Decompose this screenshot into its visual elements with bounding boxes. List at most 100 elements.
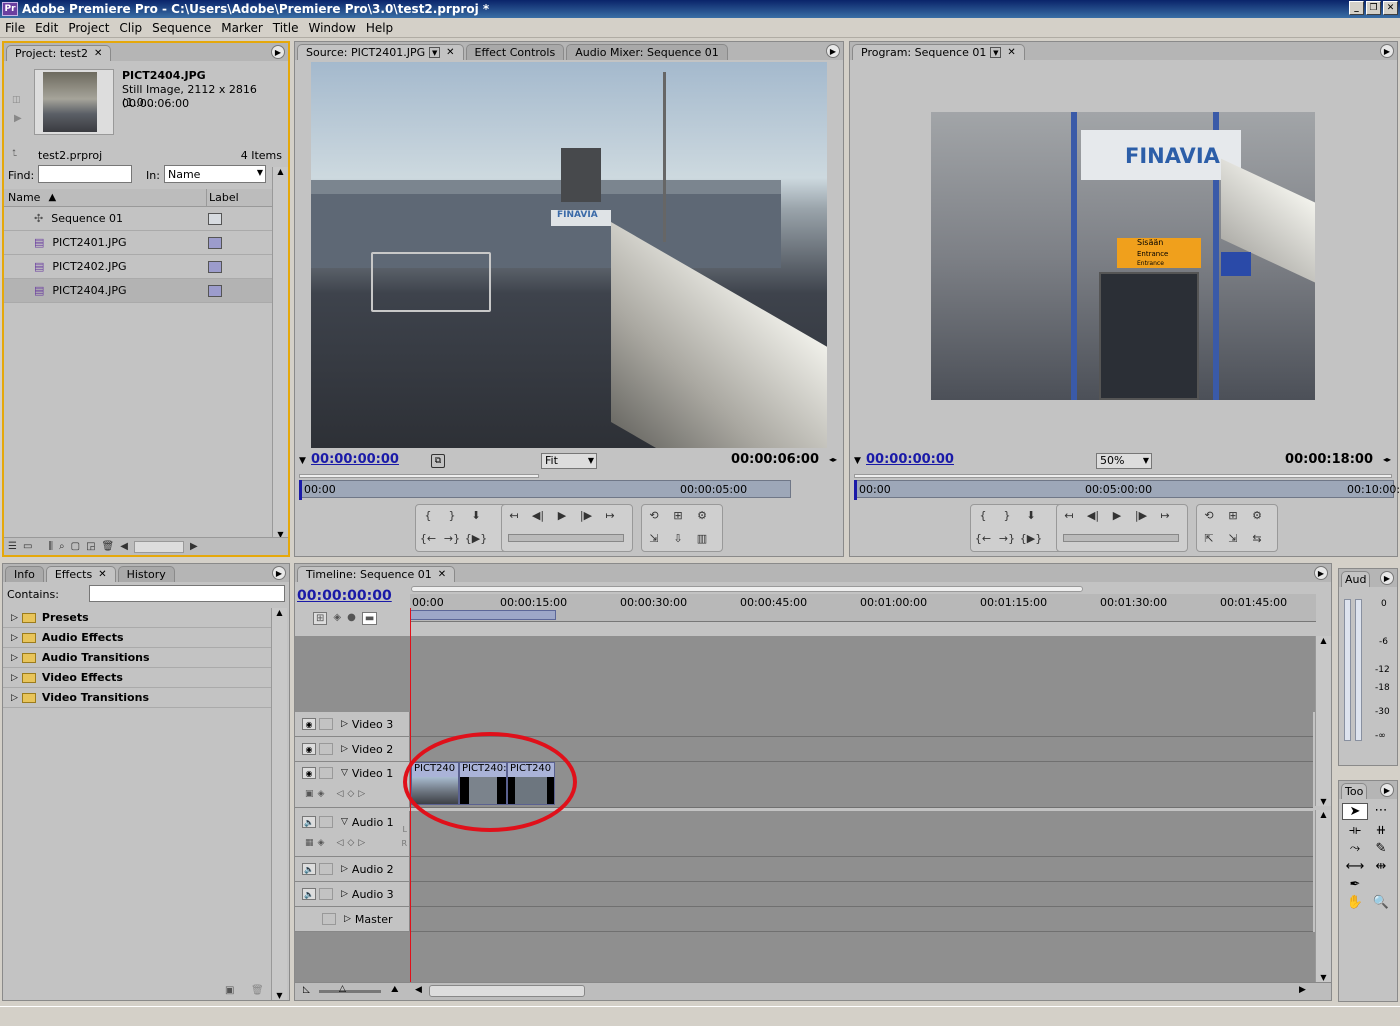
go-to-in-icon[interactable]: {← [416,528,440,548]
step-forward-icon[interactable]: |▶ [1129,505,1153,525]
menu-title[interactable]: Title [268,21,304,35]
delete-icon[interactable]: 🗑 [102,541,115,552]
insert-icon[interactable]: ⇲ [642,528,666,548]
menu-window[interactable]: Window [303,21,360,35]
panel-menu-icon[interactable]: ▶ [1380,44,1394,58]
menu-clip[interactable]: Clip [114,21,147,35]
lock-toggle[interactable] [319,767,333,779]
scroll-right-icon[interactable]: ▶ [1299,985,1306,995]
safe-margin-button[interactable]: ⧉ [431,454,445,468]
track-select-tool-icon[interactable]: ⋯ [1368,803,1394,820]
close-icon[interactable]: ✕ [438,569,446,580]
next-edit-icon[interactable]: ↦ [1153,505,1177,525]
timeline-current-timecode[interactable]: 00:00:00:00 [297,588,392,604]
speaker-icon[interactable]: 🔈 [302,816,316,828]
mark-out-icon[interactable]: } [440,505,464,525]
zoom-tool-icon[interactable]: 🔍 [1368,895,1394,910]
play-icon[interactable]: ▶ [550,505,574,525]
close-icon[interactable]: ✕ [98,569,106,580]
effects-folder[interactable]: ▷ Presets [3,608,271,628]
automate-icon[interactable]: ⫼ [48,541,53,552]
safe-margins-icon[interactable]: ⊞ [1221,505,1245,525]
label-swatch[interactable] [208,284,222,297]
slip-tool-icon[interactable]: ⟷ [1342,859,1368,874]
play-icon[interactable]: ▶ [1105,505,1129,525]
label-swatch[interactable] [208,212,222,225]
scroll-right-icon[interactable]: ▶ [190,541,198,552]
expand-triangle-icon[interactable]: ▷ [11,693,18,703]
timeline-v-scrollbar-lower[interactable]: ▲ ▼ [1315,810,1331,982]
tab-source[interactable]: Source: PICT2401.JPG ▼ ✕ [297,44,464,60]
eye-icon[interactable]: ◉ [302,767,316,779]
close-button[interactable]: ✕ [1383,1,1398,15]
lock-toggle[interactable] [322,913,336,925]
effects-folder[interactable]: ▷ Video Transitions [3,688,271,708]
display-mode-icon[interactable]: ▬ [361,612,378,625]
h-scroll-thumb[interactable] [429,985,585,997]
set-marker-icon[interactable]: ⬇ [464,505,488,525]
previous-marker-icon[interactable]: ↤ [502,505,526,525]
source-expand-icon[interactable]: ◂▸ [829,455,837,464]
col-name-header[interactable]: Name [8,191,40,204]
new-custom-bin-icon[interactable]: ▣ [225,985,234,996]
list-view-icon[interactable]: ☰ [8,541,17,552]
expand-triangle-icon[interactable]: ▷ [341,864,348,874]
scroll-down-icon[interactable]: ▼ [1316,797,1331,806]
expand-triangle-icon[interactable]: ▷ [11,613,18,623]
tab-audio-mixer[interactable]: Audio Mixer: Sequence 01 [566,44,728,60]
program-zoom-select[interactable]: 50% ▼ [1096,453,1152,469]
go-to-out-icon[interactable]: →} [440,528,464,548]
tab-program[interactable]: Program: Sequence 01 ▼ ✕ [852,44,1025,60]
menu-file[interactable]: File [0,21,30,35]
in-select[interactable]: Name ▼ [164,165,266,183]
zoom-in-icon[interactable]: ⛰ [391,985,399,995]
timeline-zoom-bar[interactable] [411,586,1083,592]
restore-button[interactable]: ❐ [1366,1,1381,15]
project-up-icon[interactable]: ⮤ [12,149,17,159]
col-label-header[interactable]: Label [206,188,239,207]
eye-icon[interactable]: ◉ [302,718,316,730]
lock-toggle[interactable] [319,743,333,755]
tab-project[interactable]: Project: test2 ✕ [6,45,112,61]
close-icon[interactable]: ✕ [1007,47,1015,58]
play-thumbnail-icon[interactable]: ▶ [14,113,22,124]
tab-history[interactable]: History [117,566,175,582]
source-time-ruler[interactable]: 00:00 00:00:05:00 [299,480,791,498]
program-zoom-bar[interactable] [854,474,1392,478]
prev-keyframe-icon[interactable]: ◁ [336,838,343,848]
keyframe-icon[interactable]: ◈ [318,838,325,848]
slide-tool-icon[interactable]: ⇹ [1368,859,1394,874]
eye-icon[interactable]: ◉ [302,743,316,755]
source-playhead[interactable] [299,480,302,500]
set-marker-icon[interactable]: ● [347,612,356,625]
rolling-edit-tool-icon[interactable]: ⧺ [1368,823,1394,838]
list-item[interactable]: ▤ PICT2401.JPG [4,231,272,255]
effects-scrollbar[interactable]: ▲ ▼ [271,608,287,1000]
tab-effect-controls[interactable]: Effect Controls [465,44,565,60]
effects-folder[interactable]: ▷ Video Effects [3,668,271,688]
extract-icon[interactable]: ⇲ [1221,528,1245,548]
shuttle-slider[interactable] [1063,534,1179,542]
scroll-up-icon[interactable]: ▲ [1316,810,1331,819]
scroll-up-icon[interactable]: ▲ [273,167,288,176]
program-time-ruler[interactable]: 00:00 00:05:00:00 00:10:00: [854,480,1400,498]
overlay-icon[interactable]: ⇩ [666,528,690,548]
find-input[interactable] [38,165,132,183]
new-bin-icon[interactable]: ▢ [71,541,80,552]
menu-project[interactable]: Project [63,21,114,35]
close-icon[interactable]: ✕ [446,47,454,58]
expand-triangle-icon[interactable]: ▷ [341,744,348,754]
track-lane-audio-3[interactable] [410,882,1313,907]
pen-tool-icon[interactable]: ✒ [1342,877,1368,892]
set-encore-marker-icon[interactable]: ◈ [333,612,341,625]
next-marker-icon[interactable]: ↦ [598,505,622,525]
rate-stretch-tool-icon[interactable]: ⤳ [1342,841,1368,856]
toggle-take-icon[interactable]: ▥ [690,528,714,548]
loop-icon[interactable]: ⟲ [642,505,666,525]
zoom-out-icon[interactable]: ◺ [303,985,310,995]
menu-sequence[interactable]: Sequence [147,21,216,35]
panel-menu-icon[interactable]: ▶ [271,45,285,59]
icon-view-icon[interactable]: ▭ [23,541,32,552]
menu-help[interactable]: Help [361,21,398,35]
collapse-triangle-icon[interactable]: ▽ [341,817,348,827]
